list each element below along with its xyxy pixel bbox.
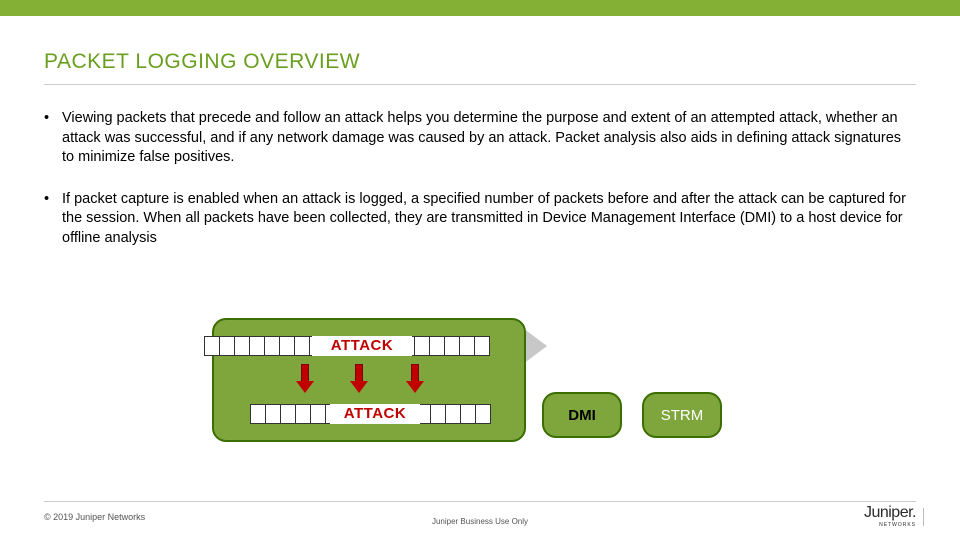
dmi-label: DMI: [568, 407, 596, 424]
down-arrow-icon: [408, 364, 422, 394]
logo-divider: [923, 508, 924, 526]
footer-divider: [44, 501, 916, 502]
business-use-label: Juniper Business Use Only: [0, 517, 960, 526]
logo-subtext: NETWORKS: [864, 522, 916, 528]
bullet-item: If packet capture is enabled when an att…: [44, 190, 916, 249]
juniper-logo: Juniper. NETWORKS: [864, 504, 916, 528]
bullet-item: Viewing packets that precede and follow …: [44, 109, 916, 168]
slide-content: PACKET LOGGING OVERVIEW Viewing packets …: [0, 16, 960, 248]
down-arrow-icon: [298, 364, 312, 394]
down-arrow-icon: [352, 364, 366, 394]
attack-label-top: ATTACK: [312, 336, 412, 356]
title-divider: [44, 84, 916, 85]
strm-label: STRM: [661, 407, 704, 424]
strm-box: STRM: [642, 392, 722, 438]
logo-text: Juniper: [864, 504, 912, 521]
slide-title: PACKET LOGGING OVERVIEW: [44, 50, 916, 82]
top-accent-bar: [0, 0, 960, 16]
bullet-list: Viewing packets that precede and follow …: [44, 109, 916, 248]
dmi-box: DMI: [542, 392, 622, 438]
attack-label-bottom: ATTACK: [330, 404, 420, 424]
packet-diagram: ATTACK ATTACK DMI STRM: [212, 318, 732, 468]
